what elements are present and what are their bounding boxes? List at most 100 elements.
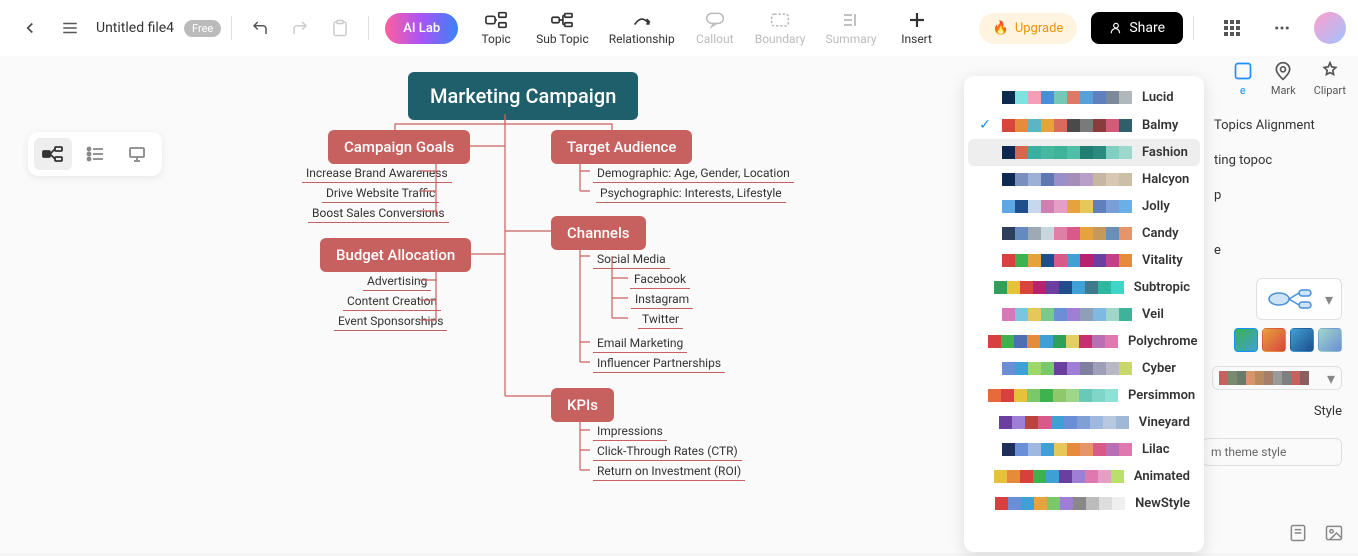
- branch-node[interactable]: KPIs: [551, 388, 614, 422]
- user-avatar[interactable]: [1314, 12, 1346, 44]
- tool-summary[interactable]: Summary: [817, 6, 884, 50]
- theme-option-cyber[interactable]: Cyber: [968, 355, 1200, 382]
- share-button[interactable]: Share: [1091, 12, 1183, 44]
- root-node[interactable]: Marketing Campaign: [408, 72, 638, 120]
- tool-label: Sub Topic: [536, 32, 589, 46]
- branch-node[interactable]: Budget Allocation: [320, 238, 471, 272]
- tool-topic[interactable]: Topic: [468, 6, 524, 50]
- theme-name: Veil: [1142, 307, 1164, 322]
- leaf-node[interactable]: Influencer Partnerships: [593, 354, 725, 373]
- side-e[interactable]: e: [1214, 243, 1342, 258]
- structure-selector[interactable]: ▾: [1256, 278, 1342, 320]
- theme-name: Fashion: [1142, 145, 1188, 160]
- note-icon[interactable]: [1288, 523, 1308, 543]
- theme-name: Candy: [1142, 226, 1179, 241]
- leaf-node[interactable]: Event Sponsorships: [334, 312, 447, 331]
- theme-name: Subtropic: [1134, 280, 1190, 295]
- branch-node[interactable]: Campaign Goals: [328, 130, 470, 164]
- leaf-node[interactable]: Psychographic: Interests, Lifestyle: [596, 184, 786, 203]
- theme-option-subtropic[interactable]: Subtropic: [968, 274, 1200, 301]
- file-title[interactable]: Untitled file4: [96, 20, 174, 36]
- mindmap-view-button[interactable]: [34, 138, 72, 170]
- theme-name: NewStyle: [1135, 496, 1190, 511]
- theme-option-lucid[interactable]: Lucid: [968, 84, 1200, 111]
- theme-option-fashion[interactable]: Fashion: [968, 139, 1200, 166]
- clipart-icon: [1320, 60, 1340, 82]
- theme-option-persimmon[interactable]: Persimmon: [968, 382, 1200, 409]
- leaf-node[interactable]: Content Creation: [343, 292, 441, 311]
- tool-subtopic[interactable]: Sub Topic: [528, 6, 597, 50]
- leaf-node[interactable]: Demographic: Age, Gender, Location: [593, 164, 794, 183]
- leaf-node[interactable]: Social Media: [593, 250, 670, 269]
- color-strip: [1002, 443, 1132, 456]
- leaf-node[interactable]: Twitter: [638, 310, 683, 329]
- menu-button[interactable]: [52, 10, 88, 46]
- back-button[interactable]: [12, 10, 48, 46]
- color-strip: [995, 497, 1125, 510]
- theme-name: Jolly: [1142, 199, 1170, 214]
- theme-option-polychrome[interactable]: Polychrome: [968, 328, 1200, 355]
- leaf-node[interactable]: Impressions: [593, 422, 667, 441]
- theme-option-jolly[interactable]: Jolly: [968, 193, 1200, 220]
- side-ting[interactable]: ting topoc: [1214, 153, 1342, 168]
- rail-clipart[interactable]: Clipart: [1314, 60, 1346, 97]
- leaf-node[interactable]: Drive Website Traffic: [322, 184, 439, 203]
- color-scheme-selector[interactable]: ▾: [1212, 366, 1342, 390]
- outline-view-button[interactable]: [76, 138, 114, 170]
- custom-theme-input[interactable]: m theme style: [1202, 438, 1342, 466]
- right-rail: e Mark Clipart: [1233, 60, 1346, 97]
- branch-node[interactable]: Target Audience: [551, 130, 692, 164]
- theme-name: Polychrome: [1128, 334, 1198, 349]
- branch-node[interactable]: Channels: [551, 216, 646, 250]
- theme-option-newstyle[interactable]: NewStyle: [968, 490, 1200, 517]
- color-swatch[interactable]: [1262, 328, 1286, 352]
- callout-icon: [705, 10, 725, 30]
- color-swatch[interactable]: [1290, 328, 1314, 352]
- presentation-view-button[interactable]: [118, 138, 156, 170]
- theme-option-balmy[interactable]: ✓Balmy: [968, 111, 1200, 139]
- color-strip: [988, 335, 1118, 348]
- tool-boundary[interactable]: Boundary: [747, 6, 814, 50]
- side-align[interactable]: Topics Alignment: [1214, 118, 1342, 133]
- leaf-node[interactable]: Instagram: [631, 290, 693, 309]
- clipboard-button[interactable]: [322, 10, 358, 46]
- rail-mark[interactable]: Mark: [1271, 60, 1296, 97]
- undo-button[interactable]: [242, 10, 278, 46]
- bottom-right-icons: [1288, 523, 1344, 543]
- theme-option-animated[interactable]: Animated: [968, 463, 1200, 490]
- apps-button[interactable]: [1214, 10, 1250, 46]
- theme-option-halcyon[interactable]: Halcyon: [968, 166, 1200, 193]
- theme-option-vineyard[interactable]: Vineyard: [968, 409, 1200, 436]
- tool-insert[interactable]: Insert: [889, 6, 945, 50]
- image-icon[interactable]: [1324, 523, 1344, 543]
- leaf-node[interactable]: Increase Brand Awareness: [302, 164, 452, 183]
- leaf-node[interactable]: Advertising: [363, 272, 431, 291]
- color-swatch[interactable]: [1234, 328, 1258, 352]
- relationship-icon: [631, 10, 653, 30]
- connectors: [0, 56, 960, 556]
- redo-button[interactable]: [282, 10, 318, 46]
- color-swatch[interactable]: [1318, 328, 1342, 352]
- more-button[interactable]: [1264, 10, 1300, 46]
- theme-popup[interactable]: Lucid✓Balmy Fashion Halcyon Jolly Candy Vital…: [964, 76, 1204, 552]
- tool-callout[interactable]: Callout: [687, 6, 743, 50]
- theme-option-lilac[interactable]: Lilac: [968, 436, 1200, 463]
- theme-name: Lilac: [1142, 442, 1170, 457]
- side-p[interactable]: p: [1214, 188, 1342, 203]
- color-strip: [1002, 200, 1132, 213]
- leaf-node[interactable]: Facebook: [630, 270, 690, 289]
- leaf-node[interactable]: Email Marketing: [593, 334, 687, 353]
- rail-style[interactable]: e: [1233, 60, 1253, 97]
- theme-name: Persimmon: [1128, 388, 1195, 403]
- tool-relationship[interactable]: Relationship: [601, 6, 683, 50]
- leaf-node[interactable]: Boost Sales Conversions: [308, 204, 449, 223]
- theme-option-vitality[interactable]: Vitality: [968, 247, 1200, 274]
- leaf-node[interactable]: Click-Through Rates (CTR): [593, 442, 742, 461]
- theme-option-candy[interactable]: Candy: [968, 220, 1200, 247]
- leaf-node[interactable]: Return on Investment (ROI): [593, 462, 745, 481]
- upgrade-button[interactable]: 🔥Upgrade: [979, 13, 1078, 44]
- view-mode-toolbar: [28, 132, 162, 176]
- theme-option-veil[interactable]: Veil: [968, 301, 1200, 328]
- ai-lab-button[interactable]: AI Lab: [385, 13, 458, 44]
- color-strip: [1002, 146, 1132, 159]
